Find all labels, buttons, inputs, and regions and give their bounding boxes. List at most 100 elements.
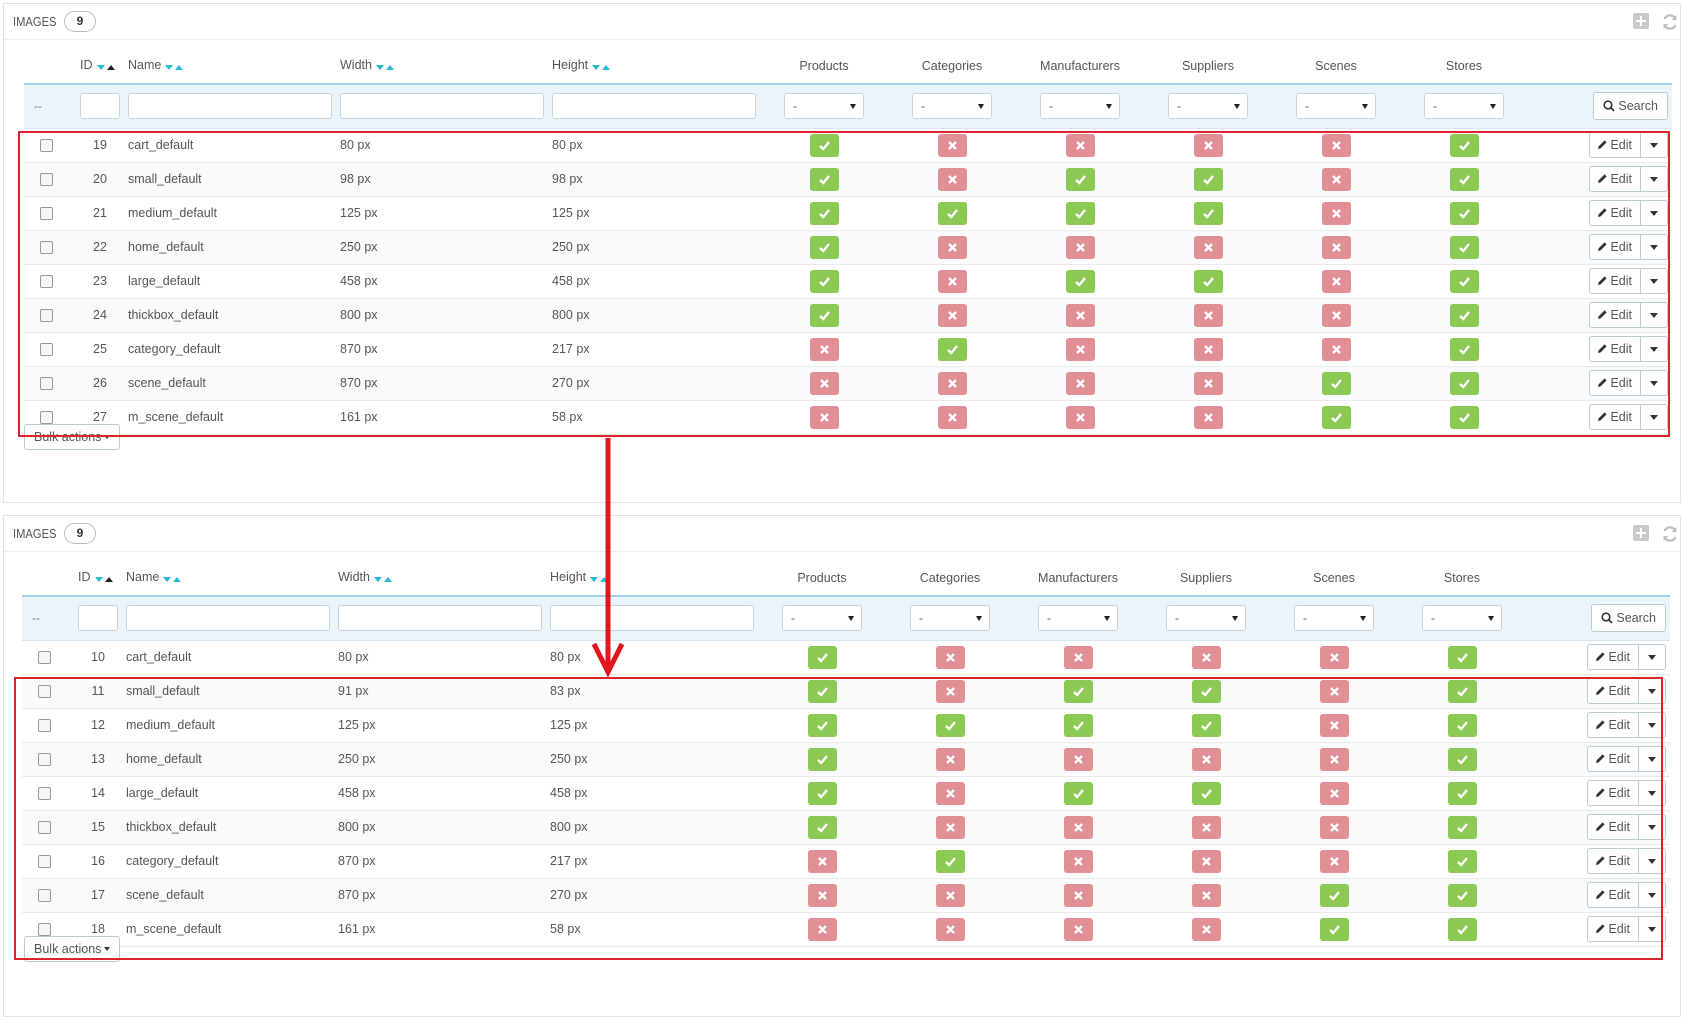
check-icon[interactable] [1065,269,1095,293]
refresh-icon[interactable] [1660,524,1680,544]
edit-button[interactable]: Edit [1587,916,1639,942]
check-icon[interactable] [1447,679,1477,703]
row-actions-dropdown[interactable] [1641,166,1668,192]
add-new-icon[interactable] [1632,12,1652,32]
check-icon[interactable] [1193,201,1223,225]
table-row[interactable]: 11 small_default 91 px 83 px Edit [22,674,1670,709]
table-row[interactable]: 27 m_scene_default 161 px 58 px Edit [24,400,1672,435]
header-height[interactable]: Height [546,560,758,597]
check-icon[interactable] [809,201,839,225]
edit-button[interactable]: Edit [1589,166,1641,192]
cross-icon[interactable] [1321,201,1351,225]
table-row[interactable]: 10 cart_default 80 px 80 px Edit [22,640,1670,675]
check-icon[interactable] [809,303,839,327]
search-button[interactable]: Search [1593,92,1668,121]
check-icon[interactable] [1449,303,1479,327]
cross-icon[interactable] [1065,235,1095,259]
cross-icon[interactable] [1321,269,1351,293]
check-icon[interactable] [809,167,839,191]
cross-icon[interactable] [1065,303,1095,327]
row-actions-dropdown[interactable] [1641,302,1668,328]
table-row[interactable]: 24 thickbox_default 800 px 800 px Edit [24,298,1672,333]
edit-button[interactable]: Edit [1587,712,1639,738]
cross-icon[interactable] [1319,849,1349,873]
header-height[interactable]: Height [548,48,760,85]
header-name[interactable]: Name [122,560,334,597]
row-checkbox[interactable] [40,207,53,221]
filter-products-select[interactable]: - [782,605,862,632]
edit-button[interactable]: Edit [1589,132,1641,158]
edit-button[interactable]: Edit [1589,200,1641,226]
check-icon[interactable] [1449,201,1479,225]
row-checkbox[interactable] [40,309,53,323]
filter-stores-select[interactable]: - [1422,605,1502,632]
sort-arrows-icon[interactable] [162,571,182,585]
sort-arrows-icon[interactable] [591,59,611,73]
row-actions-dropdown[interactable] [1639,746,1666,772]
row-checkbox[interactable] [38,855,51,869]
row-checkbox[interactable] [40,343,53,357]
edit-button[interactable]: Edit [1587,678,1639,704]
check-icon[interactable] [1447,781,1477,805]
edit-button[interactable]: Edit [1589,268,1641,294]
filter-id-input[interactable] [78,605,118,632]
check-icon[interactable] [1449,405,1479,429]
row-actions-dropdown[interactable] [1639,814,1666,840]
filter-scenes-select[interactable]: - [1294,605,1374,632]
filter-height-input[interactable] [550,605,754,632]
cross-icon[interactable] [1319,747,1349,771]
row-actions-dropdown[interactable] [1641,336,1668,362]
cross-icon[interactable] [1319,781,1349,805]
cross-icon[interactable] [1319,645,1349,669]
row-actions-dropdown[interactable] [1639,678,1666,704]
cross-icon[interactable] [807,883,837,907]
filter-width-input[interactable] [340,93,544,120]
row-actions-dropdown[interactable] [1641,404,1668,430]
row-actions-dropdown[interactable] [1639,712,1666,738]
cross-icon[interactable] [935,645,965,669]
row-checkbox[interactable] [38,787,51,801]
table-row[interactable]: 12 medium_default 125 px 125 px Edit [22,708,1670,743]
row-actions-dropdown[interactable] [1639,916,1666,942]
cross-icon[interactable] [1191,883,1221,907]
cross-icon[interactable] [807,849,837,873]
row-actions-dropdown[interactable] [1639,848,1666,874]
row-checkbox[interactable] [40,173,53,187]
check-icon[interactable] [1321,405,1351,429]
table-row[interactable]: 26 scene_default 870 px 270 px Edit [24,366,1672,401]
cross-icon[interactable] [1193,405,1223,429]
cross-icon[interactable] [1191,917,1221,941]
check-icon[interactable] [1447,713,1477,737]
check-icon[interactable] [1449,337,1479,361]
check-icon[interactable] [807,645,837,669]
cross-icon[interactable] [1319,815,1349,839]
table-row[interactable]: 14 large_default 458 px 458 px Edit [22,776,1670,811]
edit-button[interactable]: Edit [1587,814,1639,840]
edit-button[interactable]: Edit [1587,644,1639,670]
check-icon[interactable] [807,815,837,839]
cross-icon[interactable] [1191,747,1221,771]
check-icon[interactable] [937,337,967,361]
sort-arrows-icon[interactable] [373,571,393,585]
check-icon[interactable] [1449,371,1479,395]
table-row[interactable]: 17 scene_default 870 px 270 px Edit [22,878,1670,913]
cross-icon[interactable] [1191,849,1221,873]
edit-button[interactable]: Edit [1589,404,1641,430]
filter-stores-select[interactable]: - [1424,93,1504,120]
table-row[interactable]: 21 medium_default 125 px 125 px Edit [24,196,1672,231]
refresh-icon[interactable] [1660,12,1680,32]
cross-icon[interactable] [807,917,837,941]
cross-icon[interactable] [1321,235,1351,259]
check-icon[interactable] [807,713,837,737]
check-icon[interactable] [809,269,839,293]
cross-icon[interactable] [1193,337,1223,361]
cross-icon[interactable] [1193,235,1223,259]
cross-icon[interactable] [1065,405,1095,429]
add-new-icon[interactable] [1632,524,1652,544]
table-row[interactable]: 20 small_default 98 px 98 px Edit [24,162,1672,197]
sort-arrows-icon[interactable] [164,59,184,73]
check-icon[interactable] [1319,883,1349,907]
filter-name-input[interactable] [126,605,330,632]
check-icon[interactable] [1449,167,1479,191]
filter-manufacturers-select[interactable]: - [1040,93,1120,120]
